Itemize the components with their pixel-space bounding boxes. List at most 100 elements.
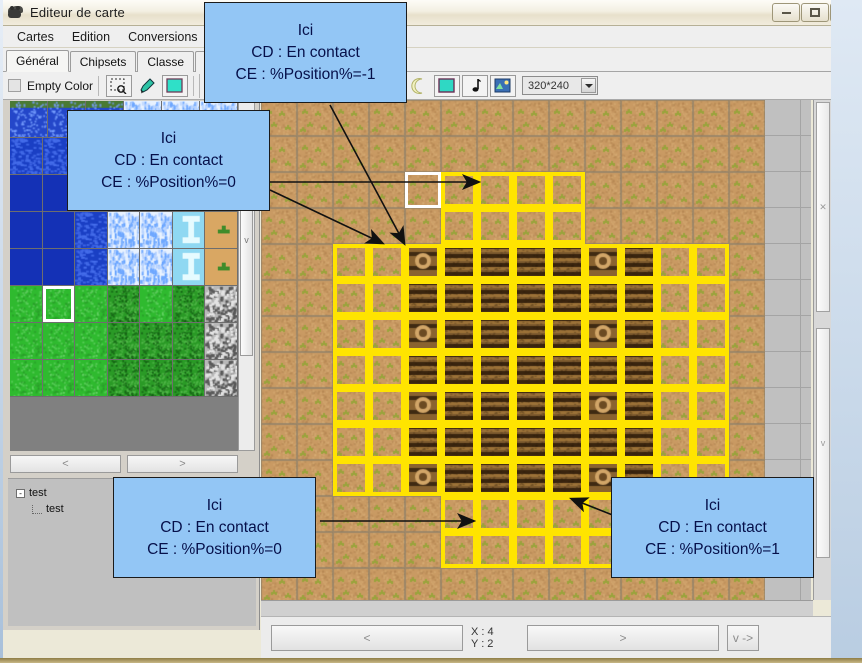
- palette-tile[interactable]: [205, 249, 238, 286]
- map-tile[interactable]: [621, 100, 657, 136]
- map-tile[interactable]: [513, 208, 549, 244]
- map-tile[interactable]: [369, 388, 405, 424]
- map-tile[interactable]: [621, 424, 657, 460]
- map-tile[interactable]: [369, 532, 405, 568]
- palette-tile[interactable]: [140, 249, 173, 286]
- map-tile[interactable]: [333, 460, 369, 496]
- map-tile[interactable]: [585, 172, 621, 208]
- maximize-button[interactable]: [801, 3, 829, 22]
- map-tile[interactable]: [297, 352, 333, 388]
- map-tile[interactable]: [261, 316, 297, 352]
- map-tile[interactable]: [405, 208, 441, 244]
- palette-tile[interactable]: [107, 360, 141, 397]
- map-down-button[interactable]: v ->: [727, 624, 759, 651]
- map-tile[interactable]: [801, 172, 811, 208]
- map-tile[interactable]: [765, 352, 801, 388]
- map-tile[interactable]: [261, 352, 297, 388]
- map-tile[interactable]: [621, 244, 657, 280]
- map-tile[interactable]: [657, 100, 693, 136]
- empty-color-checkbox[interactable]: Empty Color: [8, 79, 93, 93]
- map-vertical-scrollbar[interactable]: ✕ v: [813, 100, 831, 600]
- map-tile[interactable]: [657, 244, 693, 280]
- map-tile[interactable]: [513, 316, 549, 352]
- map-tile[interactable]: [441, 244, 477, 280]
- map-tile[interactable]: [513, 496, 549, 532]
- map-tile[interactable]: [441, 100, 477, 136]
- map-tile[interactable]: [405, 244, 441, 280]
- palette-tile[interactable]: [10, 175, 43, 212]
- map-tile[interactable]: [333, 496, 369, 532]
- map-tile[interactable]: [729, 208, 765, 244]
- map-tile[interactable]: [549, 496, 585, 532]
- map-tile[interactable]: [657, 136, 693, 172]
- map-tile[interactable]: [405, 424, 441, 460]
- palette-tile[interactable]: [172, 249, 206, 286]
- palette-tile[interactable]: [75, 360, 108, 397]
- map-tile[interactable]: [513, 280, 549, 316]
- map-tile[interactable]: [657, 388, 693, 424]
- map-tile[interactable]: [549, 532, 585, 568]
- map-tile[interactable]: [513, 172, 549, 208]
- map-tile[interactable]: [765, 244, 801, 280]
- map-tile[interactable]: [333, 388, 369, 424]
- map-tile[interactable]: [693, 136, 729, 172]
- map-tile[interactable]: [621, 172, 657, 208]
- map-tile[interactable]: [441, 172, 477, 208]
- map-tile[interactable]: [765, 100, 801, 136]
- map-tile[interactable]: [585, 316, 621, 352]
- map-tile[interactable]: [405, 460, 441, 496]
- map-tile[interactable]: [405, 100, 441, 136]
- map-tile[interactable]: [801, 316, 811, 352]
- palette-next-button[interactable]: >: [127, 455, 238, 473]
- map-tile[interactable]: [549, 388, 585, 424]
- palette-tile[interactable]: [172, 323, 206, 360]
- palette-tile[interactable]: [172, 286, 206, 323]
- map-tile[interactable]: [369, 208, 405, 244]
- palette-tile[interactable]: [42, 286, 76, 323]
- menu-item-conversions[interactable]: Conversions: [119, 28, 206, 46]
- map-tile[interactable]: [549, 244, 585, 280]
- map-tile[interactable]: [621, 208, 657, 244]
- map-tile[interactable]: [513, 532, 549, 568]
- map-tile[interactable]: [729, 424, 765, 460]
- tab-general[interactable]: Général: [6, 50, 69, 72]
- map-tile[interactable]: [693, 244, 729, 280]
- map-tile[interactable]: [477, 424, 513, 460]
- map-scroll-thumb-upper[interactable]: ✕: [816, 102, 830, 312]
- map-tile[interactable]: [729, 316, 765, 352]
- map-tile[interactable]: [441, 316, 477, 352]
- map-tile[interactable]: [549, 568, 585, 600]
- map-tile[interactable]: [585, 100, 621, 136]
- map-tile[interactable]: [369, 244, 405, 280]
- map-tile[interactable]: [477, 532, 513, 568]
- map-tile[interactable]: [585, 424, 621, 460]
- map-tile[interactable]: [657, 172, 693, 208]
- map-tile[interactable]: [765, 316, 801, 352]
- map-tile[interactable]: [621, 316, 657, 352]
- map-tile[interactable]: [729, 352, 765, 388]
- moon-icon[interactable]: [406, 74, 433, 97]
- palette-tile[interactable]: [107, 323, 141, 360]
- map-tile[interactable]: [333, 532, 369, 568]
- map-tile[interactable]: [477, 208, 513, 244]
- map-tile[interactable]: [765, 208, 801, 244]
- map-tile[interactable]: [693, 424, 729, 460]
- map-tile[interactable]: [549, 316, 585, 352]
- map-tile[interactable]: [765, 136, 801, 172]
- palette-tile[interactable]: [205, 360, 238, 397]
- map-tile[interactable]: [477, 460, 513, 496]
- palette-tile[interactable]: [75, 249, 108, 286]
- map-tile[interactable]: [477, 244, 513, 280]
- palette-tile[interactable]: [205, 286, 238, 323]
- map-tile[interactable]: [549, 352, 585, 388]
- menu-item-edition[interactable]: Edition: [63, 28, 119, 46]
- map-tile[interactable]: [693, 100, 729, 136]
- map-tile[interactable]: [477, 496, 513, 532]
- map-tile[interactable]: [441, 532, 477, 568]
- map-tile[interactable]: [441, 388, 477, 424]
- map-tile[interactable]: [441, 352, 477, 388]
- map-tile[interactable]: [369, 280, 405, 316]
- palette-tile[interactable]: [140, 212, 173, 249]
- map-tile[interactable]: [297, 244, 333, 280]
- battle-background-icon[interactable]: [490, 74, 517, 97]
